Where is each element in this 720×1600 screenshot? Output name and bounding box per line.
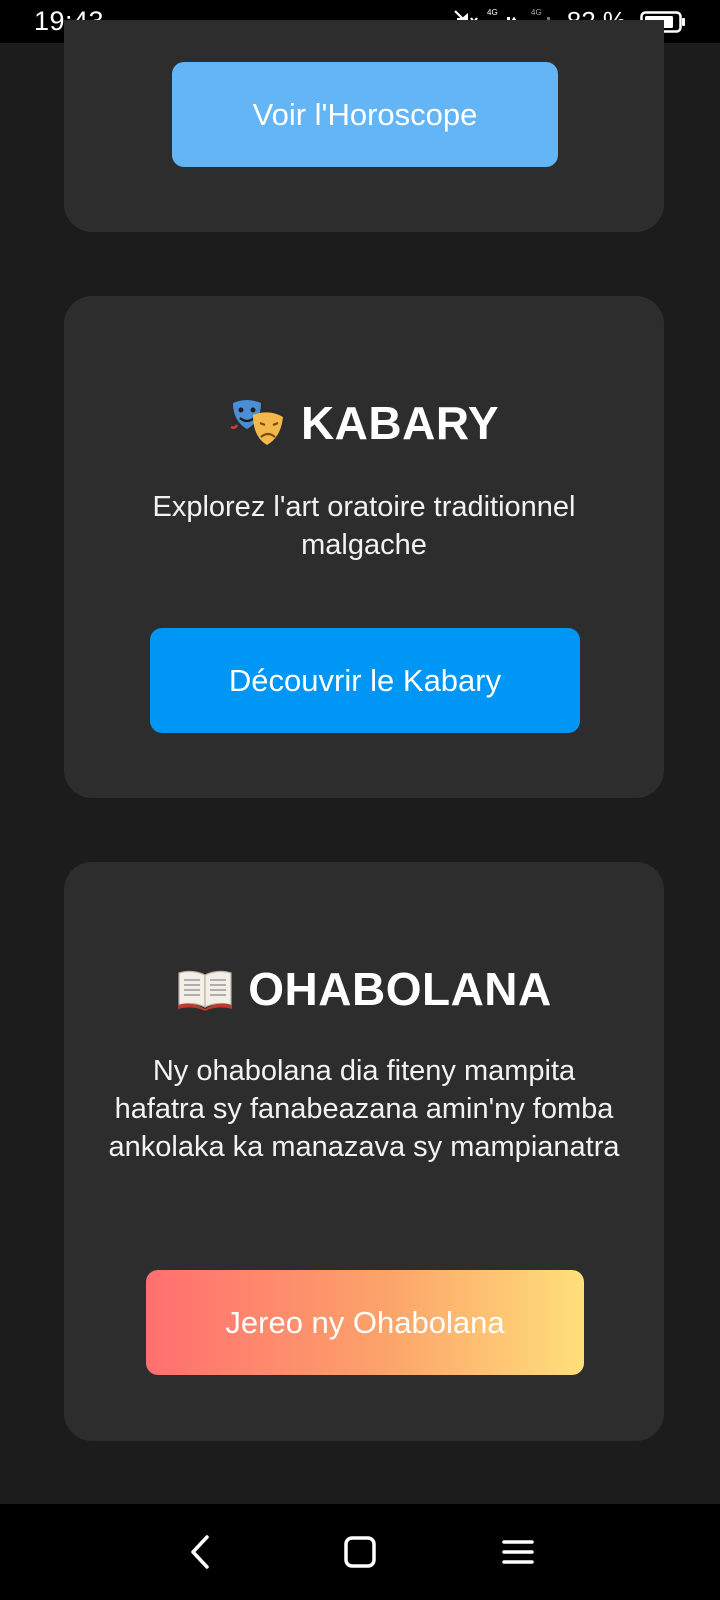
home-icon[interactable] bbox=[336, 1528, 384, 1576]
navigation-bar bbox=[0, 1504, 720, 1600]
menu-icon[interactable] bbox=[494, 1528, 542, 1576]
ohabolana-heading: OHABOLANA bbox=[64, 962, 664, 1016]
network-label: 4G bbox=[531, 8, 542, 17]
open-book-icon bbox=[176, 967, 234, 1011]
kabary-title: KABARY bbox=[300, 397, 500, 449]
horoscope-card: Voir l'Horoscope bbox=[64, 20, 664, 232]
back-icon[interactable] bbox=[178, 1528, 226, 1576]
theater-masks-icon bbox=[229, 397, 287, 449]
kabary-card: KABARY Explorez l'art oratoire tradition… bbox=[64, 296, 664, 798]
network-label: 4G bbox=[487, 8, 498, 17]
ohabolana-description: Ny ohabolana dia fiteny mampita hafatra … bbox=[108, 1055, 620, 1163]
ohabolana-card: OHABOLANA Ny ohabolana dia fiteny mampit… bbox=[64, 862, 664, 1441]
view-ohabolana-button[interactable]: Jereo ny Ohabolana bbox=[146, 1270, 584, 1375]
kabary-heading: KABARY bbox=[64, 396, 664, 450]
discover-kabary-button[interactable]: Découvrir le Kabary bbox=[150, 628, 580, 733]
kabary-description: Explorez l'art oratoire traditionnel mal… bbox=[152, 491, 576, 561]
view-horoscope-button[interactable]: Voir l'Horoscope bbox=[172, 62, 558, 167]
ohabolana-title: OHABOLANA bbox=[248, 963, 552, 1015]
